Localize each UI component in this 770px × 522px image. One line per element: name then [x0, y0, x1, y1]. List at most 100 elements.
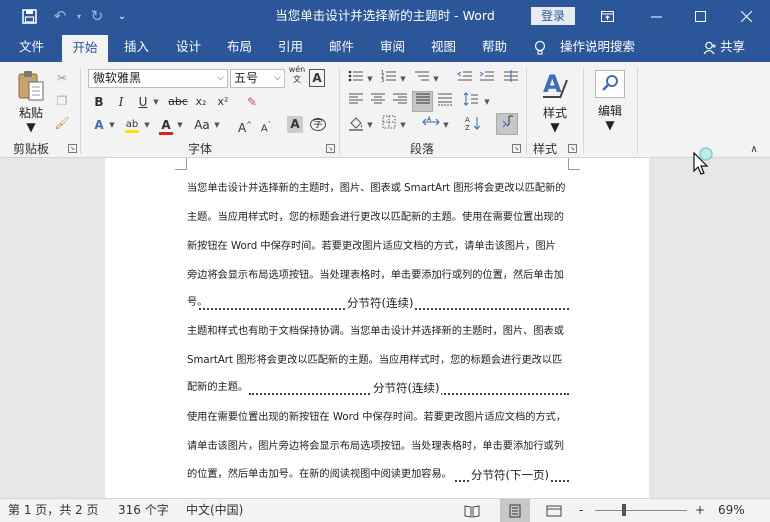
- align-left-icon[interactable]: [347, 92, 365, 112]
- document-area[interactable]: 当您单击设计并选择新的主题时，图片、图表或 SmartArt 图形将会更改以匹配…: [0, 158, 770, 498]
- zoom-slider-track[interactable]: [595, 510, 687, 511]
- shading-icon[interactable]: [347, 115, 365, 135]
- italic-icon[interactable]: I: [113, 92, 129, 112]
- text-effects-dropdown-icon[interactable]: ▼: [107, 115, 117, 135]
- underline-dropdown-icon[interactable]: ▼: [151, 92, 161, 112]
- numbering-icon[interactable]: 123: [380, 69, 398, 89]
- zoom-level[interactable]: 69%: [718, 499, 745, 522]
- clear-formatting-icon[interactable]: ✎: [242, 92, 262, 112]
- char-border-icon[interactable]: A: [309, 69, 325, 87]
- sort-icon[interactable]: AZ: [464, 115, 482, 135]
- font-color-dropdown-icon[interactable]: ▼: [175, 115, 185, 135]
- clipboard-launcher-icon[interactable]: ↘: [68, 144, 77, 153]
- bullets-dropdown-icon[interactable]: ▼: [365, 69, 375, 89]
- format-painter-icon[interactable]: 🖌: [52, 113, 72, 133]
- font-size-box[interactable]: 五号 ⌵: [230, 69, 285, 88]
- styles-dropdown-icon[interactable]: ▼: [538, 120, 572, 134]
- zoom-out-button[interactable]: -: [579, 499, 583, 522]
- customize-toolbar-icon[interactable]: ⌄: [114, 0, 130, 32]
- font-name-box[interactable]: 微软雅黑 ⌵: [88, 69, 228, 88]
- line-spacing-dropdown-icon[interactable]: ▼: [482, 92, 492, 112]
- strikethrough-icon[interactable]: abc: [166, 92, 190, 112]
- bullets-icon[interactable]: [347, 69, 365, 89]
- paste-label[interactable]: 粘贴: [16, 104, 46, 121]
- tab-design[interactable]: 设计: [176, 32, 201, 62]
- lightbulb-icon[interactable]: [534, 32, 546, 62]
- collapse-ribbon-icon[interactable]: ∧: [746, 140, 762, 160]
- shrink-font-icon[interactable]: Aˇ: [258, 115, 274, 135]
- undo-dropdown-icon[interactable]: ▾: [72, 0, 86, 32]
- tab-help[interactable]: 帮助: [482, 32, 507, 62]
- login-button[interactable]: 登录: [531, 7, 575, 25]
- change-case-icon[interactable]: Aa: [192, 115, 212, 135]
- undo-icon[interactable]: ↶: [48, 0, 72, 32]
- change-case-dropdown-icon[interactable]: ▼: [212, 115, 222, 135]
- tab-review[interactable]: 审阅: [380, 32, 405, 62]
- editing-dropdown-icon[interactable]: ▼: [593, 118, 627, 132]
- highlight-icon[interactable]: ab: [122, 115, 142, 135]
- font-launcher-icon[interactable]: ↘: [326, 144, 335, 153]
- paste-dropdown-icon[interactable]: ▼: [16, 120, 46, 134]
- tab-mailings[interactable]: 邮件: [329, 32, 354, 62]
- print-layout-icon[interactable]: [500, 499, 530, 522]
- share-button[interactable]: 共享: [720, 32, 745, 62]
- multilevel-list-icon[interactable]: [413, 69, 431, 89]
- ribbon-display-icon[interactable]: [597, 0, 617, 32]
- tab-insert[interactable]: 插入: [124, 32, 149, 62]
- word-count[interactable]: 316 个字: [118, 499, 169, 522]
- shading-dropdown-icon[interactable]: ▼: [365, 115, 375, 135]
- multilevel-dropdown-icon[interactable]: ▼: [431, 69, 441, 89]
- decrease-indent-icon[interactable]: [456, 69, 474, 89]
- distributed-icon[interactable]: [436, 92, 454, 112]
- tab-home[interactable]: 开始: [62, 35, 108, 62]
- paragraph-launcher-icon[interactable]: ↘: [512, 144, 521, 153]
- copy-icon[interactable]: ❐: [52, 91, 72, 111]
- grow-font-icon[interactable]: A^: [237, 115, 253, 135]
- tab-references[interactable]: 引用: [278, 32, 303, 62]
- align-center-icon[interactable]: [369, 92, 387, 112]
- read-mode-icon[interactable]: [464, 499, 480, 522]
- styles-icon[interactable]: A: [540, 70, 570, 102]
- tab-file[interactable]: 文件: [19, 32, 44, 62]
- close-icon[interactable]: [734, 0, 758, 32]
- search-icon[interactable]: [595, 70, 625, 98]
- zoom-slider-thumb[interactable]: [622, 504, 627, 516]
- page-count[interactable]: 第 1 页，共 2 页: [8, 499, 99, 522]
- chinese-layout-icon[interactable]: [502, 69, 520, 89]
- line-spacing-icon[interactable]: [462, 92, 480, 112]
- align-right-icon[interactable]: [391, 92, 409, 112]
- styles-launcher-icon[interactable]: ↘: [568, 144, 577, 153]
- cut-icon[interactable]: ✂: [52, 68, 72, 88]
- tell-me-search[interactable]: 操作说明搜索: [560, 32, 635, 62]
- language[interactable]: 中文(中国): [186, 499, 243, 522]
- asian-typography-icon[interactable]: A: [421, 115, 441, 135]
- font-color-icon[interactable]: A: [157, 115, 175, 135]
- subscript-icon[interactable]: x₂: [192, 92, 210, 112]
- web-layout-icon[interactable]: [546, 499, 562, 522]
- char-shading-icon[interactable]: A: [287, 116, 303, 133]
- styles-button-label[interactable]: 样式: [538, 104, 572, 121]
- highlight-dropdown-icon[interactable]: ▼: [142, 115, 152, 135]
- tab-view[interactable]: 视图: [431, 32, 456, 62]
- redo-icon[interactable]: ↻: [85, 0, 109, 32]
- user-icon[interactable]: [703, 32, 717, 62]
- borders-icon[interactable]: [380, 115, 398, 135]
- justify-icon[interactable]: [412, 91, 433, 112]
- text-effects-icon[interactable]: A: [91, 115, 107, 135]
- phonetic-guide-icon[interactable]: wén 文: [287, 65, 307, 85]
- zoom-in-button[interactable]: +: [695, 499, 705, 522]
- numbering-dropdown-icon[interactable]: ▼: [398, 69, 408, 89]
- superscript-icon[interactable]: x²: [214, 92, 232, 112]
- underline-icon[interactable]: U: [135, 92, 151, 112]
- paste-icon[interactable]: [16, 70, 46, 102]
- minimize-icon[interactable]: [644, 0, 668, 32]
- save-icon[interactable]: [14, 0, 44, 32]
- asian-typography-dropdown-icon[interactable]: ▼: [441, 115, 451, 135]
- increase-indent-icon[interactable]: [478, 69, 496, 89]
- show-marks-icon[interactable]: [496, 113, 518, 135]
- editing-button-label[interactable]: 编辑: [593, 102, 627, 119]
- maximize-icon[interactable]: [688, 0, 712, 32]
- bold-icon[interactable]: B: [91, 92, 107, 112]
- borders-dropdown-icon[interactable]: ▼: [398, 115, 408, 135]
- enclose-char-icon[interactable]: 字: [309, 115, 327, 135]
